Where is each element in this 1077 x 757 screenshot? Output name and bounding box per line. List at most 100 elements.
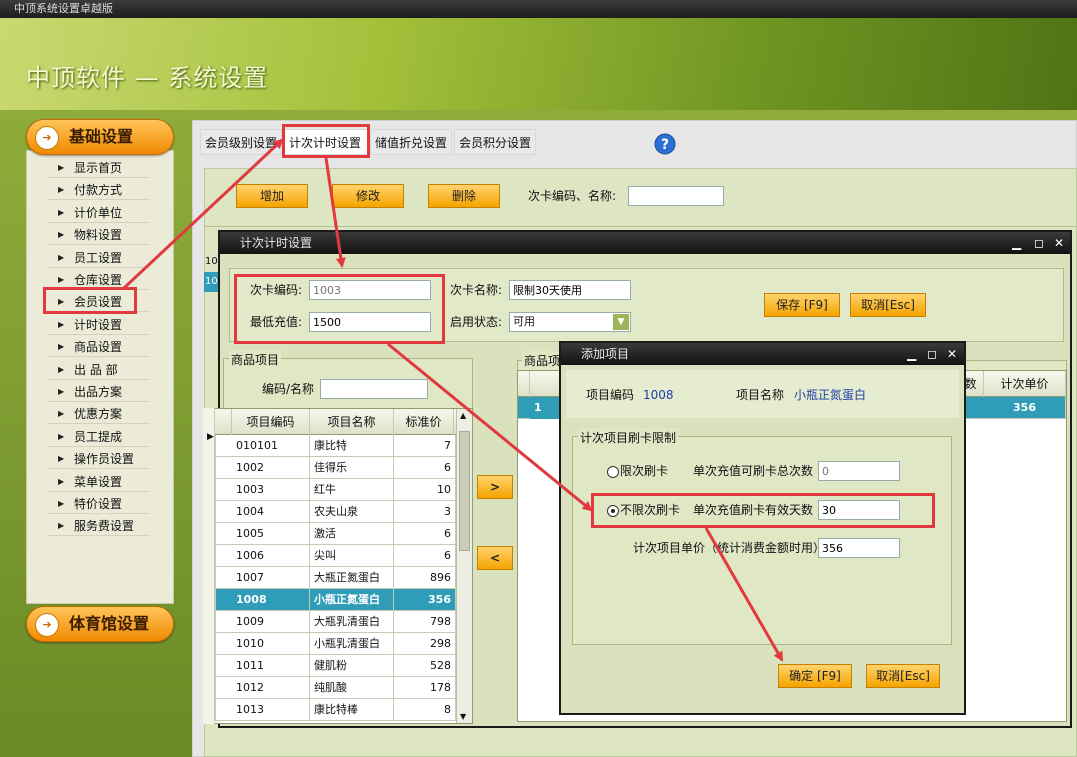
scroll-down-icon[interactable]: ▼ [460,712,466,721]
highlight-member-settings [43,287,137,314]
total-swipes-field[interactable] [818,461,900,481]
table-row[interactable]: 1008 小瓶正氮蛋白 356 [204,589,456,611]
add-button[interactable]: 增加 [236,184,308,208]
edit-button[interactable]: 修改 [332,184,404,208]
table-row[interactable]: 010101 康比特 7 [204,435,456,457]
minimize-icon[interactable]: ▁ [1012,232,1021,254]
cell-price: 6 [394,457,456,479]
sidebar-item[interactable]: ▶ 计价单位 [48,203,150,223]
close-icon[interactable]: ✕ [947,343,957,365]
app-title-bar: 中顶系统设置卓越版 [0,0,1077,18]
tab-member-points[interactable]: 会员积分设置 [454,129,536,155]
cancel-button[interactable]: 取消[Esc] [850,293,926,317]
dropdown-arrow-icon[interactable]: ▼ [613,314,629,330]
cell-price: 10 [394,479,456,501]
nav-triangle-icon: ▶ [58,499,65,508]
minimize-icon[interactable]: ▁ [907,343,916,365]
cell-name: 小瓶正氮蛋白 [310,589,394,611]
item-name-value: 小瓶正氮蛋白 [794,388,867,402]
table-row[interactable]: 1010 小瓶乳清蛋白 298 [204,633,456,655]
table-row[interactable]: 1004 农夫山泉 3 [204,501,456,523]
sidebar-item[interactable]: ▶ 物料设置 [48,225,150,246]
status-select[interactable]: 可用 ▼ [509,312,631,332]
bg-grid-row-code: 10 [205,256,218,267]
tab-stored-value[interactable]: 储值折兑设置 [370,129,452,155]
delete-button[interactable]: 删除 [428,184,500,208]
move-left-button[interactable]: < [477,546,513,570]
confirm-button[interactable]: 确定 [F9] [778,664,852,688]
search-input[interactable] [628,186,724,206]
sidebar-item[interactable]: ▶ 优惠方案 [48,404,150,425]
add-dialog-title: 添加项目 [581,347,630,361]
unit-price-label: 计次项目单价（统计消费金额时用） [633,541,826,555]
sidebar-item[interactable]: ▶ 员工设置 [48,248,150,268]
section-basic-settings[interactable]: ➔ 基础设置 [26,119,174,155]
sidebar-item[interactable]: ▶ 出 品 部 [48,360,150,380]
sidebar-item[interactable]: ▶ 出品方案 [48,382,150,402]
highlight-card-fields [234,274,445,344]
table-row[interactable]: 1013 康比特棒 8 [204,699,456,721]
move-right-button[interactable]: > [477,475,513,499]
grid-divider [204,226,1077,227]
sidebar-item-label: 员工提成 [74,429,123,444]
sidebar-item-label: 物料设置 [74,228,123,243]
limited-swipe-label[interactable]: 限次刷卡 [620,461,668,481]
sidebar-item[interactable]: ▶ 显示首页 [48,158,150,178]
table-row[interactable]: 1002 佳得乐 6 [204,457,456,479]
table-row[interactable]: 1009 大瓶乳清蛋白 798 [204,611,456,633]
save-button[interactable]: 保存 [F9] [764,293,840,317]
goods-scrollbar[interactable]: ▲ ▼ [456,409,472,723]
cell-code: 1008 [232,589,310,611]
sidebar-item[interactable]: ▶ 操作员设置 [48,449,150,470]
sidebar-item-label: 员工设置 [74,250,123,265]
col-unit-price[interactable]: 计次单价 [984,371,1066,397]
table-row[interactable]: 1006 尖叫 6 [204,545,456,567]
cell-code: 1010 [232,633,310,655]
row-indicator-strip [203,408,215,724]
cell-code: 1013 [232,699,310,721]
table-row[interactable]: 1003 红牛 10 [204,479,456,501]
help-icon[interactable]: ? [654,133,676,155]
nav-triangle-icon: ▶ [58,342,65,352]
table-row[interactable]: 1005 激活 6 [204,523,456,545]
section-gym-settings[interactable]: ➔ 体育馆设置 [26,606,174,642]
sidebar-item[interactable]: ▶ 特价设置 [48,494,150,514]
cell-code: 1002 [232,457,310,479]
sidebar-item[interactable]: ▶ 服务费设置 [48,516,150,537]
tab-member-level[interactable]: 会员级别设置 [200,129,282,155]
maximize-icon[interactable]: ◻ [1034,232,1044,254]
item-code-label: 项目编码 [586,388,635,402]
nav-triangle-icon: ▶ [58,387,65,396]
table-row[interactable]: 1007 大瓶正氮蛋白 896 [204,567,456,589]
sidebar-item[interactable]: ▶ 员工提成 [48,427,150,447]
col-name[interactable]: 项目名称 [310,409,394,435]
cell-name: 红牛 [310,479,394,501]
sidebar-item[interactable]: ▶ 菜单设置 [48,472,150,492]
sidebar-item[interactable]: ▶ 计时设置 [48,315,150,335]
sidebar-item[interactable]: ▶ 商品设置 [48,337,150,358]
close-icon[interactable]: ✕ [1054,232,1064,254]
col-code[interactable]: 项目编码 [232,409,310,435]
maximize-icon[interactable]: ◻ [927,343,937,365]
row-indicator-col [518,371,530,397]
header-title: 中顶软件 — 系统设置 [26,64,269,92]
card-name-field[interactable] [509,280,631,300]
nav-triangle-icon: ▶ [58,409,65,419]
scroll-thumb[interactable] [459,431,470,551]
status-label: 启用状态: [450,315,503,329]
sidebar-item[interactable]: ▶ 付款方式 [48,180,150,201]
add-dialog-cancel-button[interactable]: 取消[Esc] [866,664,940,688]
cell-code: 1004 [232,501,310,523]
scroll-up-icon[interactable]: ▲ [460,411,466,420]
swipe-limit-title: 计次项目刷卡限制 [578,428,679,448]
goods-search-input[interactable] [320,379,428,399]
goods-panel-title: 商品项目 [229,350,282,370]
cell-name: 康比特 [310,435,394,457]
cell-price: 528 [394,655,456,677]
table-row[interactable]: 1012 纯肌酸 178 [204,677,456,699]
sidebar-item-label: 服务费设置 [74,519,135,534]
unit-price-field[interactable] [818,538,900,558]
limited-swipe-radio[interactable] [607,466,619,478]
col-price[interactable]: 标准价 [394,409,454,435]
table-row[interactable]: 1011 健肌粉 528 [204,655,456,677]
